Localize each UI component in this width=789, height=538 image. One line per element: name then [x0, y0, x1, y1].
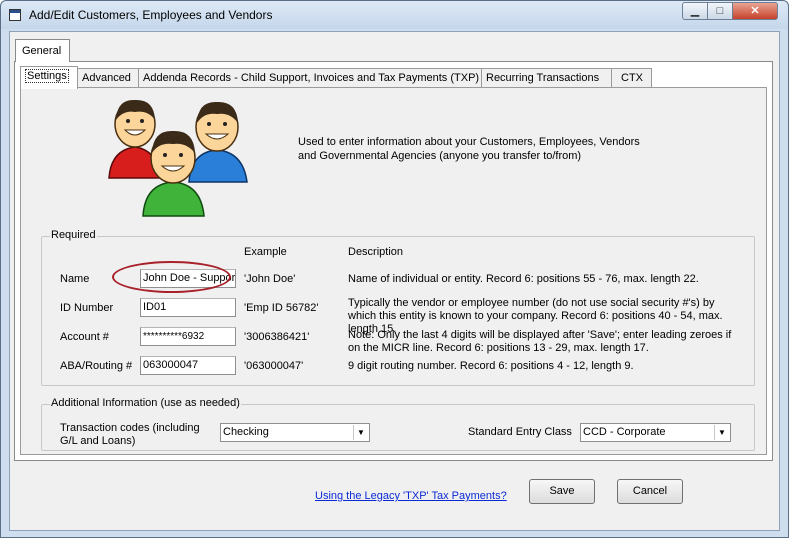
routing-number-label: ABA/Routing # [60, 360, 133, 372]
minimize-button[interactable]: ▁ [682, 2, 708, 20]
example-column-header: Example [244, 246, 287, 258]
dialog-client-area: General Settings Advanced Addenda Record… [9, 31, 780, 531]
name-example: 'John Doe' [244, 273, 296, 285]
maximize-button[interactable]: □ [707, 2, 733, 20]
chevron-down-icon[interactable]: ▼ [714, 425, 729, 440]
name-description: Name of individual or entity. Record 6: … [348, 273, 699, 285]
tab-addenda-records[interactable]: Addenda Records - Child Support, Invoice… [138, 68, 482, 88]
name-label: Name [60, 273, 90, 285]
standard-entry-class-label: Standard Entry Class [468, 426, 572, 438]
required-group: Required Example Description Name John D… [41, 229, 755, 386]
window-title: Add/Edit Customers, Employees and Vendor… [29, 8, 273, 22]
tab-general[interactable]: General [15, 39, 70, 62]
transaction-codes-select[interactable]: Checking ▼ [220, 423, 370, 442]
tab-advanced[interactable]: Advanced [77, 68, 139, 88]
general-tab-panel: Settings Advanced Addenda Records - Chil… [14, 61, 773, 461]
chevron-down-icon[interactable]: ▼ [353, 425, 368, 440]
transaction-codes-label: Transaction codes (including G/L and Loa… [60, 422, 200, 447]
routing-number-field[interactable]: 063000047 [140, 356, 236, 375]
app-window-icon [9, 9, 21, 21]
tab-settings[interactable]: Settings [20, 66, 78, 89]
window: Add/Edit Customers, Employees and Vendor… [0, 0, 789, 538]
title-bar: Add/Edit Customers, Employees and Vendor… [1, 1, 788, 29]
routing-number-description: 9 digit routing number. Record 6: positi… [348, 360, 634, 372]
id-number-label: ID Number [60, 302, 114, 314]
legacy-txp-link[interactable]: Using the Legacy 'TXP' Tax Payments? [315, 490, 507, 502]
intro-description: Used to enter information about your Cus… [298, 136, 640, 162]
tab-recurring-transactions[interactable]: Recurring Transactions [481, 68, 612, 88]
required-legend: Required [50, 229, 97, 242]
people-group-icon [108, 99, 248, 217]
routing-number-example: '063000047' [244, 360, 304, 372]
close-button[interactable]: ✕ [732, 2, 778, 20]
additional-info-legend: Additional Information (use as needed) [50, 397, 241, 410]
standard-entry-class-select[interactable]: CCD - Corporate ▼ [580, 423, 731, 442]
id-number-field[interactable]: ID01 [140, 298, 236, 317]
tab-ctx[interactable]: CTX [611, 68, 652, 88]
name-highlight-ellipse [112, 261, 231, 293]
account-number-example: '3006386421' [244, 331, 310, 343]
settings-tab-panel: Used to enter information about your Cus… [20, 87, 767, 455]
additional-info-group: Additional Information (use as needed) T… [41, 397, 755, 451]
id-number-example: 'Emp ID 56782' [244, 302, 319, 314]
account-number-description: Note: Only the last 4 digits will be dis… [348, 329, 732, 354]
save-button[interactable]: Save [529, 479, 595, 504]
cancel-button[interactable]: Cancel [617, 479, 683, 504]
description-column-header: Description [348, 246, 404, 258]
tab-settings-label: Settings [25, 69, 69, 83]
account-number-label: Account # [60, 331, 109, 343]
account-number-field[interactable]: **********6932 [140, 327, 236, 346]
standard-entry-class-value: CCD - Corporate [583, 426, 666, 438]
transaction-codes-value: Checking [223, 426, 269, 438]
